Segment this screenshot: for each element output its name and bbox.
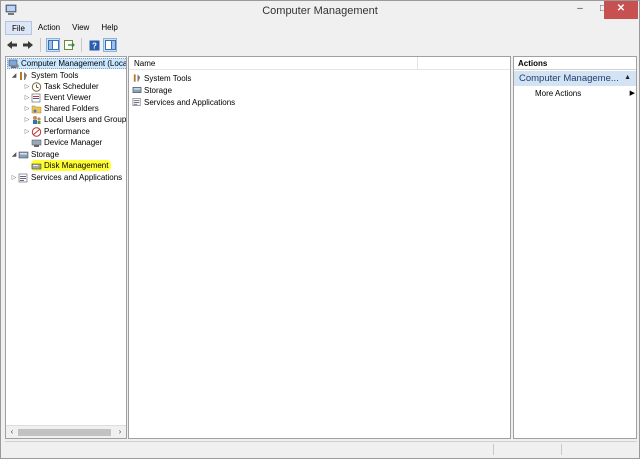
minimize-button[interactable]: – bbox=[568, 1, 592, 19]
tree-item-label: Event Viewer bbox=[44, 93, 91, 102]
submenu-arrow-icon: ▶ bbox=[629, 90, 635, 97]
system-tools-icon bbox=[132, 73, 142, 83]
menu-view[interactable]: View bbox=[66, 21, 95, 35]
status-bar bbox=[5, 441, 637, 456]
storage-icon bbox=[18, 150, 29, 160]
console-tree-pane[interactable]: Computer Management (Local ◢ System Tool… bbox=[5, 56, 127, 439]
show-action-pane-icon[interactable] bbox=[103, 38, 117, 52]
expand-arrow-icon[interactable]: ▷ bbox=[23, 105, 31, 112]
system-tools-icon bbox=[18, 71, 29, 81]
performance-icon bbox=[31, 126, 42, 137]
scroll-right-icon[interactable]: › bbox=[115, 427, 125, 436]
tree-item-label: Disk Management bbox=[44, 161, 109, 170]
more-actions-label: More Actions bbox=[535, 89, 582, 98]
clock-icon bbox=[31, 81, 42, 92]
results-pane[interactable]: Name System Tools Storage Services and A… bbox=[128, 56, 511, 439]
scroll-left-icon[interactable]: ‹ bbox=[7, 427, 17, 436]
tree-item-system-tools[interactable]: ◢ System Tools bbox=[10, 70, 79, 81]
device-manager-icon bbox=[31, 138, 42, 148]
tree-item-label: Services and Applications bbox=[31, 173, 123, 182]
export-list-icon[interactable] bbox=[62, 38, 76, 52]
svg-text:?: ? bbox=[92, 41, 97, 50]
actions-group-label: Computer Manageme... bbox=[519, 73, 619, 84]
toolbar: ? bbox=[5, 36, 117, 54]
status-divider bbox=[493, 444, 494, 455]
menu-bar: File Action View Help bbox=[5, 21, 124, 35]
actions-group-computer-management[interactable]: Computer Manageme... ▲ bbox=[514, 71, 636, 86]
tree-item-disk-management[interactable]: Disk Management bbox=[31, 160, 112, 171]
tree-item-label: Task Scheduler bbox=[44, 82, 99, 91]
menu-help[interactable]: Help bbox=[95, 21, 123, 35]
expand-arrow-icon[interactable]: ▷ bbox=[23, 116, 31, 123]
help-icon[interactable]: ? bbox=[87, 38, 101, 52]
tree-item-task-scheduler[interactable]: ▷ Task Scheduler bbox=[23, 81, 99, 92]
expand-arrow-icon[interactable]: ▷ bbox=[23, 83, 31, 90]
list-item-label: System Tools bbox=[144, 73, 192, 83]
list-item-system-tools[interactable]: System Tools bbox=[132, 72, 191, 84]
toolbar-separator bbox=[40, 38, 41, 52]
tree-item-label: System Tools bbox=[31, 71, 79, 80]
list-header: Name bbox=[129, 57, 510, 70]
shared-folder-icon bbox=[31, 104, 42, 114]
toolbar-separator bbox=[81, 38, 82, 52]
menu-file[interactable]: File bbox=[5, 21, 32, 35]
menu-action[interactable]: Action bbox=[32, 21, 66, 35]
close-button[interactable]: ✕ bbox=[604, 1, 638, 19]
tree-item-label: Performance bbox=[44, 127, 90, 136]
tree-item-label: Shared Folders bbox=[44, 104, 99, 113]
collapse-up-icon[interactable]: ▲ bbox=[624, 74, 631, 81]
storage-icon bbox=[132, 85, 142, 95]
tree-item-device-manager[interactable]: Device Manager bbox=[31, 137, 102, 148]
back-arrow-icon[interactable] bbox=[5, 38, 19, 52]
tree-item-label: Device Manager bbox=[44, 138, 103, 147]
column-divider[interactable] bbox=[417, 57, 418, 70]
tree-horizontal-scrollbar[interactable]: ‹ › bbox=[6, 425, 126, 438]
computer-management-icon bbox=[8, 59, 19, 69]
users-icon bbox=[31, 115, 42, 125]
tree-item-storage[interactable]: ◢ Storage bbox=[10, 149, 59, 160]
expand-arrow-icon[interactable]: ▷ bbox=[10, 174, 18, 181]
collapse-arrow-icon[interactable]: ◢ bbox=[10, 151, 18, 158]
console-tree: Computer Management (Local ◢ System Tool… bbox=[6, 57, 126, 425]
status-divider bbox=[561, 444, 562, 455]
list-item-storage[interactable]: Storage bbox=[132, 84, 172, 96]
window-title: Computer Management bbox=[262, 5, 378, 17]
tree-item-services-and-applications[interactable]: ▷ Services and Applications bbox=[10, 172, 122, 183]
show-hide-tree-icon[interactable] bbox=[46, 38, 60, 52]
list-item-label: Storage bbox=[144, 85, 173, 95]
tree-item-label: Storage bbox=[31, 150, 60, 159]
forward-arrow-icon[interactable] bbox=[21, 38, 35, 52]
event-viewer-icon bbox=[31, 93, 42, 103]
tree-item-performance[interactable]: ▷ Performance bbox=[23, 126, 90, 137]
tree-item-label: Local Users and Groups bbox=[44, 115, 126, 124]
services-icon bbox=[132, 97, 142, 107]
collapse-arrow-icon[interactable]: ◢ bbox=[10, 72, 18, 79]
list-item-services-and-applications[interactable]: Services and Applications bbox=[132, 96, 235, 108]
actions-header: Actions bbox=[514, 57, 636, 70]
tree-item-computer-management[interactable]: Computer Management (Local bbox=[7, 58, 126, 69]
tree-item-shared-folders[interactable]: ▷ Shared Folders bbox=[23, 103, 99, 114]
tree-item-label: Computer Management (Local bbox=[21, 59, 126, 68]
expand-arrow-icon[interactable]: ▷ bbox=[23, 128, 31, 135]
tree-item-event-viewer[interactable]: ▷ Event Viewer bbox=[23, 92, 91, 103]
more-actions-item[interactable]: More Actions ▶ bbox=[535, 89, 635, 98]
services-icon bbox=[18, 173, 29, 183]
title-bar[interactable]: Computer Management – □ ✕ bbox=[1, 1, 639, 21]
expand-arrow-icon[interactable]: ▷ bbox=[23, 94, 31, 101]
actions-pane: Actions Computer Manageme... ▲ More Acti… bbox=[513, 56, 637, 439]
disk-management-icon bbox=[31, 161, 42, 171]
column-header-name[interactable]: Name bbox=[134, 59, 155, 68]
computer-management-window: Computer Management – □ ✕ File Action Vi… bbox=[0, 0, 640, 459]
tree-item-local-users-and-groups[interactable]: ▷ Local Users and Groups bbox=[23, 114, 126, 125]
scrollbar-thumb[interactable] bbox=[18, 429, 111, 436]
list-item-label: Services and Applications bbox=[144, 97, 236, 107]
